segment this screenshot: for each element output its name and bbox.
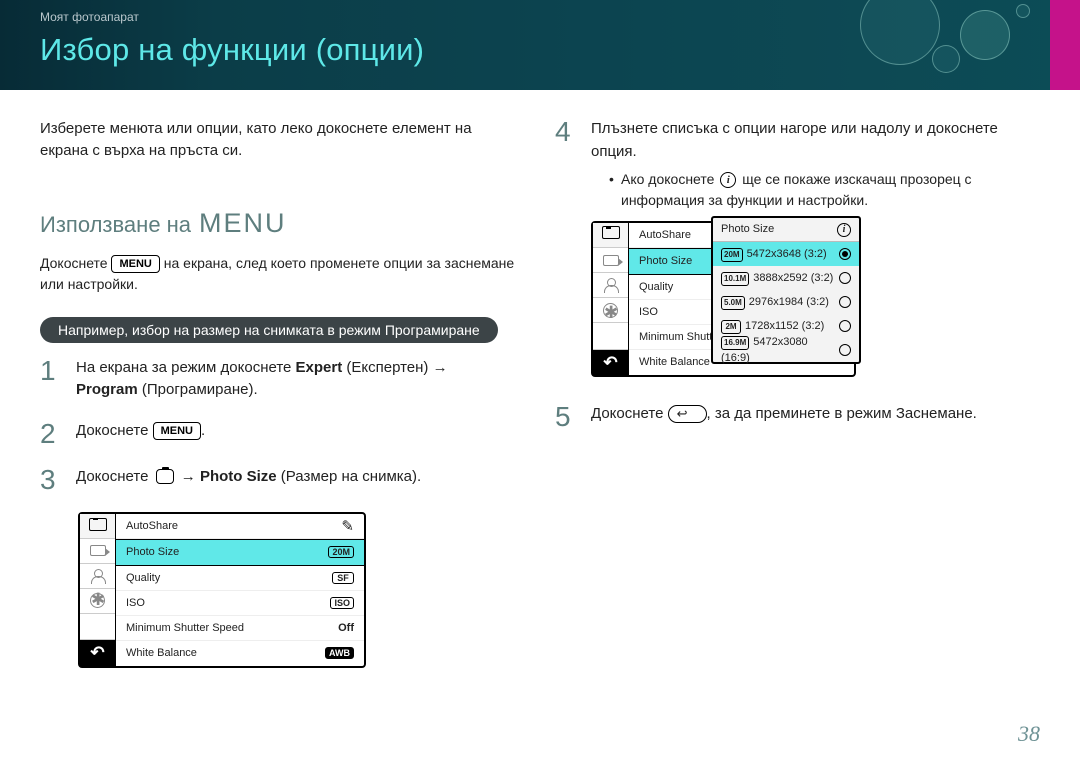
sidebar-photo-tab[interactable] bbox=[80, 514, 115, 539]
camera-icon bbox=[156, 469, 174, 484]
radio-icon bbox=[839, 344, 851, 356]
popover-opt-4[interactable]: 16.9M5472x3080 (16:9) bbox=[713, 338, 859, 362]
step-number-5: 5 bbox=[555, 403, 575, 431]
minshutter-value: Off bbox=[338, 622, 354, 634]
sidebar2-settings-tab[interactable] bbox=[593, 298, 628, 323]
camera-ui-1: ↶ AutoShare✎ Photo Size20M QualitySF ISO… bbox=[78, 512, 366, 668]
header-band: Моят фотоапарат Избор на функции (опции) bbox=[0, 0, 1080, 90]
sidebar2-photo-tab[interactable] bbox=[593, 223, 628, 248]
steps-list-right: 4 Плъзнете списъка с опции нагоре или на… bbox=[555, 118, 1040, 431]
sidebar2-back-button[interactable]: ↶ bbox=[593, 350, 628, 376]
radio-icon bbox=[839, 248, 851, 260]
menu-row-autoshare[interactable]: AutoShare✎ bbox=[116, 514, 364, 539]
decorative-bokeh bbox=[840, 0, 1050, 90]
left-column: Изберете менюта или опции, като леко док… bbox=[40, 118, 525, 668]
iso-value-tag: ISO bbox=[330, 597, 354, 609]
popover-opt-0[interactable]: 20M5472x3648 (3:2) bbox=[713, 242, 859, 266]
sidebar-user-tab[interactable] bbox=[80, 564, 115, 589]
gear-tab-icon bbox=[90, 593, 105, 608]
photo-size-label: Photo Size bbox=[200, 468, 277, 485]
sidebar-back-button[interactable]: ↶ bbox=[80, 640, 115, 666]
step-3: 3 Докоснете → Photo Size (Размер на сним… bbox=[40, 466, 525, 494]
menu-row-quality[interactable]: QualitySF bbox=[116, 566, 364, 591]
camera-sidebar: ↶ bbox=[80, 514, 116, 666]
step-2: 2 Докоснете MENU. bbox=[40, 420, 525, 448]
video-tab-icon bbox=[603, 255, 619, 266]
step-number-3: 3 bbox=[40, 466, 60, 494]
sidebar-settings-tab[interactable] bbox=[80, 589, 115, 614]
camera-tab-icon bbox=[602, 226, 620, 245]
step-number-4: 4 bbox=[555, 118, 575, 146]
person-tab-icon bbox=[605, 278, 617, 292]
sidebar-video-tab[interactable] bbox=[80, 539, 115, 564]
program-label: Program bbox=[76, 381, 138, 398]
radio-icon bbox=[839, 296, 851, 308]
menu-row-minshutter[interactable]: Minimum Shutter SpeedOff bbox=[116, 616, 364, 641]
popover-opt-2[interactable]: 5.0M2976x1984 (3:2) bbox=[713, 290, 859, 314]
video-tab-icon bbox=[90, 545, 106, 556]
popover-info-icon[interactable]: i bbox=[837, 223, 851, 237]
step-4: 4 Плъзнете списъка с опции нагоре или на… bbox=[555, 118, 1040, 377]
camera-menu-list: AutoShare✎ Photo Size20M QualitySF ISOIS… bbox=[116, 514, 364, 666]
camera-sidebar-2: ↶ bbox=[593, 223, 629, 375]
step-1: 1 На екрана за режим докоснете Expert (Е… bbox=[40, 357, 525, 402]
radio-icon bbox=[839, 272, 851, 284]
content-area: Изберете менюта или опции, като леко док… bbox=[0, 90, 1080, 668]
section-heading: Използване на MENU bbox=[40, 208, 525, 239]
popover-opt-1[interactable]: 10.1M3888x2592 (3:2) bbox=[713, 266, 859, 290]
radio-icon bbox=[839, 320, 851, 332]
section-lead: Използване на bbox=[40, 212, 191, 238]
expert-label: Expert bbox=[296, 359, 343, 376]
popover-title: Photo Size bbox=[721, 221, 774, 238]
right-column: 4 Плъзнете списъка с опции нагоре или на… bbox=[555, 118, 1040, 668]
wb-value-tag: AWB bbox=[325, 647, 354, 659]
steps-list-left: 1 На екрана за режим докоснете Expert (Е… bbox=[40, 357, 525, 494]
popover-header: Photo Size i bbox=[713, 218, 859, 242]
quality-value-tag: SF bbox=[332, 572, 354, 584]
info-icon: i bbox=[720, 172, 736, 188]
menu-key-icon: MENU bbox=[153, 422, 201, 440]
photosize-popover: Photo Size i 20M5472x3648 (3:2) 10.1M388… bbox=[711, 216, 861, 364]
menu-row-wb[interactable]: White BalanceAWB bbox=[116, 641, 364, 666]
menu-key-icon: MENU bbox=[111, 255, 159, 273]
gear-tab-icon bbox=[603, 303, 618, 318]
step-5: 5 Докоснете , за да преминете в режим За… bbox=[555, 403, 1040, 431]
autoshare-icon: ✎ bbox=[341, 517, 354, 535]
step-number-1: 1 bbox=[40, 357, 60, 385]
example-pill: Например, избор на размер на снимката в … bbox=[40, 317, 498, 343]
sidebar2-user-tab[interactable] bbox=[593, 273, 628, 298]
photosize-value-tag: 20M bbox=[328, 546, 354, 558]
section-subtext: Докоснете MENU на екрана, след което про… bbox=[40, 253, 525, 295]
back-key-icon bbox=[668, 405, 707, 423]
step-4-note: Ако докоснете i ще се покаже изскачащ пр… bbox=[609, 169, 1040, 211]
intro-text: Изберете менюта или опции, като леко док… bbox=[40, 118, 500, 162]
sidebar2-video-tab[interactable] bbox=[593, 248, 628, 273]
step-number-2: 2 bbox=[40, 420, 60, 448]
menu-row-photosize[interactable]: Photo Size20M bbox=[116, 539, 364, 566]
menu-row-iso[interactable]: ISOISO bbox=[116, 591, 364, 616]
camera-tab-icon bbox=[89, 518, 107, 534]
page-number: 38 bbox=[1018, 721, 1040, 747]
person-tab-icon bbox=[92, 569, 104, 583]
section-menu-word: MENU bbox=[199, 208, 287, 239]
